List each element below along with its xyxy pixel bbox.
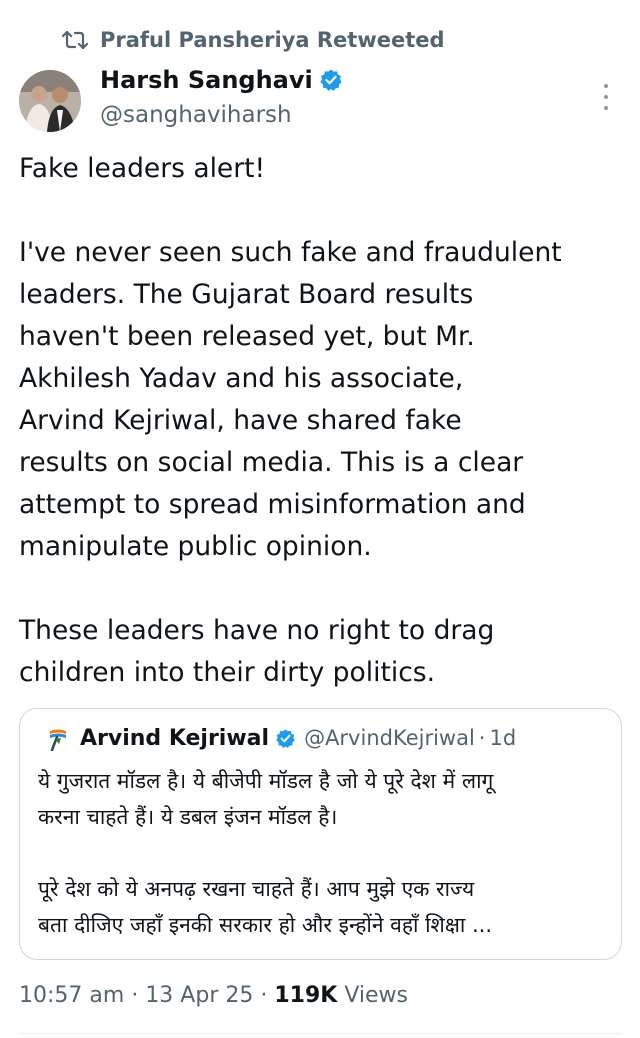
quoted-paragraph: पूरे देश को ये अनपढ़ रखना चाहते हैं। आप … (38, 877, 493, 937)
broom-flag-icon (50, 729, 66, 751)
tweet-meta: 10:57 am · 13 Apr 25 · 119K Views (19, 983, 408, 1008)
retweet-label[interactable]: Praful Pansheriya Retweeted (100, 28, 445, 52)
verified-badge-icon (276, 728, 295, 748)
tweet-paragraph: Fake leaders alert! (19, 153, 266, 184)
quoted-author-name[interactable]: Arvind Kejriwal (80, 726, 269, 751)
tweet-date[interactable]: 13 Apr 25 (145, 983, 253, 1008)
avatar-photo (19, 70, 81, 132)
retweet-icon (62, 30, 88, 50)
separator-dot: · (478, 726, 486, 750)
quoted-author-handle[interactable]: @ArvindKejriwal (304, 726, 475, 750)
separator-dot: · (131, 983, 139, 1008)
separator-dot: · (260, 983, 268, 1008)
views-label: Views (344, 983, 409, 1008)
author-handle[interactable]: @sanghaviharsh (100, 102, 292, 128)
tweet-paragraph: I've never seen such fake and fraudulent… (19, 237, 562, 562)
views-count[interactable]: 119K (274, 983, 337, 1008)
quoted-tweet-header: Arvind Kejriwal @ArvindKejriwal · 1d (46, 725, 516, 751)
tweet-paragraph: These leaders have no right to drag chil… (19, 615, 495, 688)
author-display-name[interactable]: Harsh Sanghavi (100, 66, 313, 94)
tweet-time[interactable]: 10:57 am (19, 983, 124, 1008)
tweet-text: Fake leaders alert! I've never seen such… (19, 148, 631, 694)
author-name-row: Harsh Sanghavi (100, 66, 343, 94)
quoted-tweet-time: 1d (489, 726, 517, 750)
quoted-tweet-text: ये गुजरात मॉडल है। ये बीजेपी मॉडल है जो … (38, 763, 608, 943)
verified-badge-icon (320, 69, 342, 91)
quoted-paragraph: ये गुजरात मॉडल है। ये बीजेपी मॉडल है जो … (38, 769, 494, 829)
retweet-row: Praful Pansheriya Retweeted (62, 28, 445, 52)
more-options-icon[interactable] (600, 84, 612, 110)
divider (19, 1033, 622, 1034)
author-avatar[interactable] (19, 70, 81, 132)
quoted-tweet-card[interactable]: Arvind Kejriwal @ArvindKejriwal · 1d ये … (19, 708, 622, 960)
